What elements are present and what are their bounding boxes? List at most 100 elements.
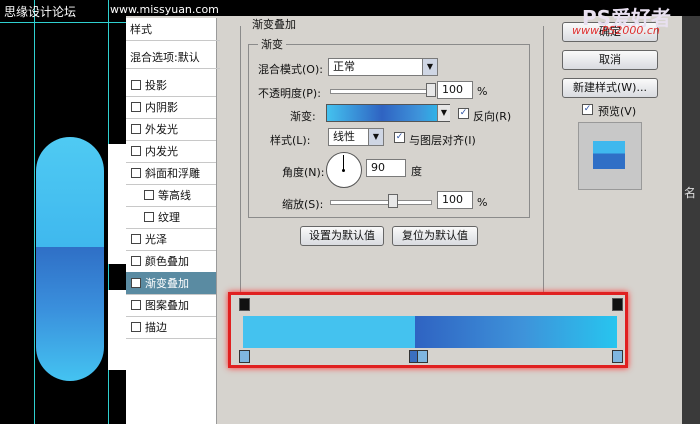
angle-input[interactable]: 90 — [366, 159, 406, 177]
dialog-edge — [682, 16, 700, 424]
guide-line — [34, 0, 35, 424]
gradient-group-title: 渐变 — [258, 36, 286, 52]
style-item-label: 外发光 — [145, 123, 178, 136]
color-stop-right[interactable] — [612, 350, 623, 363]
blend-mode-value: 正常 — [333, 60, 355, 73]
scale-slider-thumb[interactable] — [388, 194, 398, 208]
style-item-label: 颜色叠加 — [145, 255, 189, 268]
style-item-checkbox[interactable] — [131, 146, 141, 156]
opacity-stop-left[interactable] — [239, 298, 250, 311]
angle-label: 角度(N): — [282, 166, 325, 179]
new-style-button[interactable]: 新建样式(W)... — [562, 78, 658, 98]
angle-dial[interactable] — [326, 152, 362, 188]
style-item[interactable]: 等高线 — [126, 184, 216, 207]
style-item[interactable]: 外发光 — [126, 118, 216, 141]
style-item-label: 投影 — [145, 79, 167, 92]
canvas-white-strip — [108, 144, 126, 264]
top-url: www.missyuan.com — [110, 3, 219, 16]
gradient-bar[interactable] — [243, 316, 617, 348]
preview-label: 预览(V) — [598, 105, 637, 118]
style-item-checkbox[interactable] — [131, 256, 141, 266]
style-item-checkbox[interactable] — [131, 102, 141, 112]
scale-slider[interactable] — [330, 200, 432, 205]
style-item-label: 图案叠加 — [145, 299, 189, 312]
style-item-checkbox[interactable] — [144, 212, 154, 222]
gradient-label: 渐变: — [290, 110, 316, 123]
chevron-down-icon: ▼ — [440, 108, 448, 117]
preview-swatch — [593, 141, 625, 169]
opacity-input[interactable]: 100 — [437, 81, 473, 99]
style-item[interactable]: 内发光 — [126, 140, 216, 163]
style-label: 样式(L): — [270, 134, 311, 147]
blend-options-label: 混合选项:默认 — [130, 51, 200, 64]
styles-title[interactable]: 样式 — [126, 18, 220, 41]
chevron-down-icon: ▼ — [422, 59, 437, 75]
canvas-white-strip — [108, 290, 126, 370]
gradient-pill-shape — [36, 137, 104, 381]
opacity-label: 不透明度(P): — [258, 87, 321, 100]
style-item-checkbox[interactable] — [131, 234, 141, 244]
style-item-checkbox[interactable] — [131, 80, 141, 90]
edge-label: 名 — [684, 186, 697, 200]
style-item[interactable]: 图案叠加 — [126, 294, 216, 317]
color-stop-middle-b[interactable] — [417, 350, 428, 363]
opacity-slider[interactable] — [330, 89, 432, 94]
style-item-label: 渐变叠加 — [145, 277, 189, 290]
style-item-label: 等高线 — [158, 189, 191, 202]
reverse-label: 反向(R) — [473, 110, 512, 123]
style-item[interactable]: ✓ 渐变叠加 — [126, 272, 216, 295]
watermark-right: PS爱好者 www.PS2000.cn — [552, 0, 700, 38]
scale-input[interactable]: 100 — [437, 191, 473, 209]
style-item[interactable]: 投影 — [126, 74, 216, 97]
gradient-dropdown-arrow[interactable]: ▼ — [437, 105, 450, 121]
style-item-label: 描边 — [145, 321, 167, 334]
watermark-url: www.PS2000.cn — [572, 24, 660, 37]
style-item[interactable]: 内阴影 — [126, 96, 216, 119]
style-item[interactable]: 颜色叠加 — [126, 250, 216, 273]
style-value: 线性 — [333, 130, 355, 143]
style-select[interactable]: 线性 ▼ — [328, 128, 384, 146]
style-item-checkbox[interactable] — [144, 190, 154, 200]
color-stop-left[interactable] — [239, 350, 250, 363]
cancel-button[interactable]: 取消 — [562, 50, 658, 70]
scale-unit: % — [477, 196, 488, 209]
style-item-checkbox[interactable] — [131, 322, 141, 332]
style-item-label: 纹理 — [158, 211, 180, 224]
style-item[interactable]: 斜面和浮雕 — [126, 162, 216, 185]
reverse-checkbox[interactable]: ✓ — [458, 108, 469, 119]
blend-mode-label: 混合模式(O): — [258, 63, 323, 76]
scale-label: 缩放(S): — [282, 198, 324, 211]
style-item-label: 内阴影 — [145, 101, 178, 114]
make-default-button[interactable]: 设置为默认值 — [300, 226, 384, 246]
style-item-checkbox[interactable] — [131, 124, 141, 134]
guide-line — [0, 22, 126, 23]
style-item-checkbox[interactable]: ✓ — [131, 278, 141, 288]
style-item-label: 光泽 — [145, 233, 167, 246]
style-item[interactable]: 纹理 — [126, 206, 216, 229]
styles-list: 样式 混合选项:默认 投影内阴影外发光内发光斜面和浮雕等高线纹理光泽颜色叠加 ✓ 渐… — [126, 18, 220, 424]
styles-title-label: 样式 — [130, 23, 152, 36]
style-item[interactable]: 描边 — [126, 316, 216, 339]
preview-swatch-frame — [578, 122, 642, 190]
preview-checkbox[interactable]: ✓ — [582, 104, 593, 115]
angle-dial-needle — [343, 155, 344, 170]
chevron-down-icon: ▼ — [368, 129, 383, 145]
opacity-unit: % — [477, 85, 488, 98]
style-item-checkbox[interactable] — [131, 168, 141, 178]
angle-dial-center — [342, 169, 345, 172]
style-item-label: 斜面和浮雕 — [145, 167, 200, 180]
align-layer-checkbox[interactable]: ✓ — [394, 132, 405, 143]
reset-default-button[interactable]: 复位为默认值 — [392, 226, 478, 246]
style-item-label: 内发光 — [145, 145, 178, 158]
style-item-checkbox[interactable] — [131, 300, 141, 310]
opacity-slider-thumb[interactable] — [426, 83, 436, 97]
align-layer-label: 与图层对齐(I) — [409, 134, 476, 147]
blend-mode-select[interactable]: 正常 ▼ — [328, 58, 438, 76]
angle-unit: 度 — [411, 165, 422, 178]
watermark-left: 思缘设计论坛 — [4, 5, 77, 19]
style-item[interactable]: 光泽 — [126, 228, 216, 251]
gradient-picker[interactable] — [326, 104, 450, 122]
opacity-stop-right[interactable] — [612, 298, 623, 311]
blend-options-item[interactable]: 混合选项:默认 — [126, 46, 220, 69]
canvas-area — [0, 0, 126, 424]
